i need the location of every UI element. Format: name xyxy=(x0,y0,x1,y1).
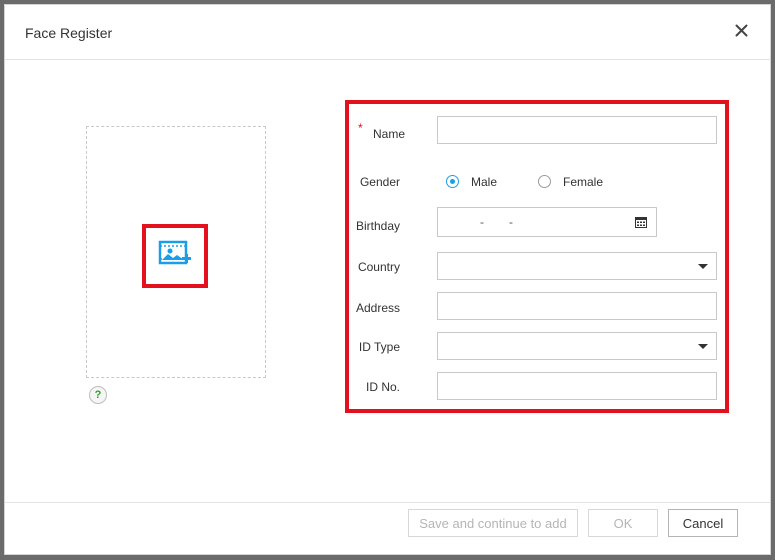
address-label: Address xyxy=(355,301,400,315)
id-no-label: ID No. xyxy=(365,380,400,394)
dialog-titlebar: Face Register xyxy=(5,5,770,60)
question-icon[interactable]: ? xyxy=(89,386,107,404)
dialog-title: Face Register xyxy=(25,25,113,41)
country-label: Country xyxy=(357,260,400,274)
birthday-input[interactable]: - - xyxy=(437,207,657,237)
date-separator: - xyxy=(509,215,513,229)
date-separator: - xyxy=(480,215,484,229)
ok-button[interactable]: OK xyxy=(588,509,658,537)
calendar-icon[interactable] xyxy=(635,216,647,231)
gender-radio-female[interactable] xyxy=(538,175,551,188)
id-type-select[interactable] xyxy=(437,332,717,360)
name-label: Name xyxy=(372,127,405,141)
address-input[interactable] xyxy=(437,292,717,320)
cancel-button[interactable]: Cancel xyxy=(668,509,738,537)
close-icon[interactable] xyxy=(730,19,752,41)
gender-label: Gender xyxy=(359,175,400,189)
chevron-down-icon xyxy=(698,264,708,269)
gender-radio-male[interactable] xyxy=(446,175,459,188)
name-input[interactable] xyxy=(437,116,717,144)
add-image-icon xyxy=(158,240,192,273)
id-no-input[interactable] xyxy=(437,372,717,400)
gender-female-label: Female xyxy=(563,175,604,189)
id-type-label: ID Type xyxy=(358,340,400,354)
chevron-down-icon xyxy=(698,344,708,349)
upload-photo-button[interactable] xyxy=(142,224,208,288)
country-select[interactable] xyxy=(437,252,717,280)
birthday-label: Birthday xyxy=(355,219,400,233)
gender-male-label: Male xyxy=(471,175,498,189)
save-and-continue-button[interactable]: Save and continue to add xyxy=(408,509,578,537)
